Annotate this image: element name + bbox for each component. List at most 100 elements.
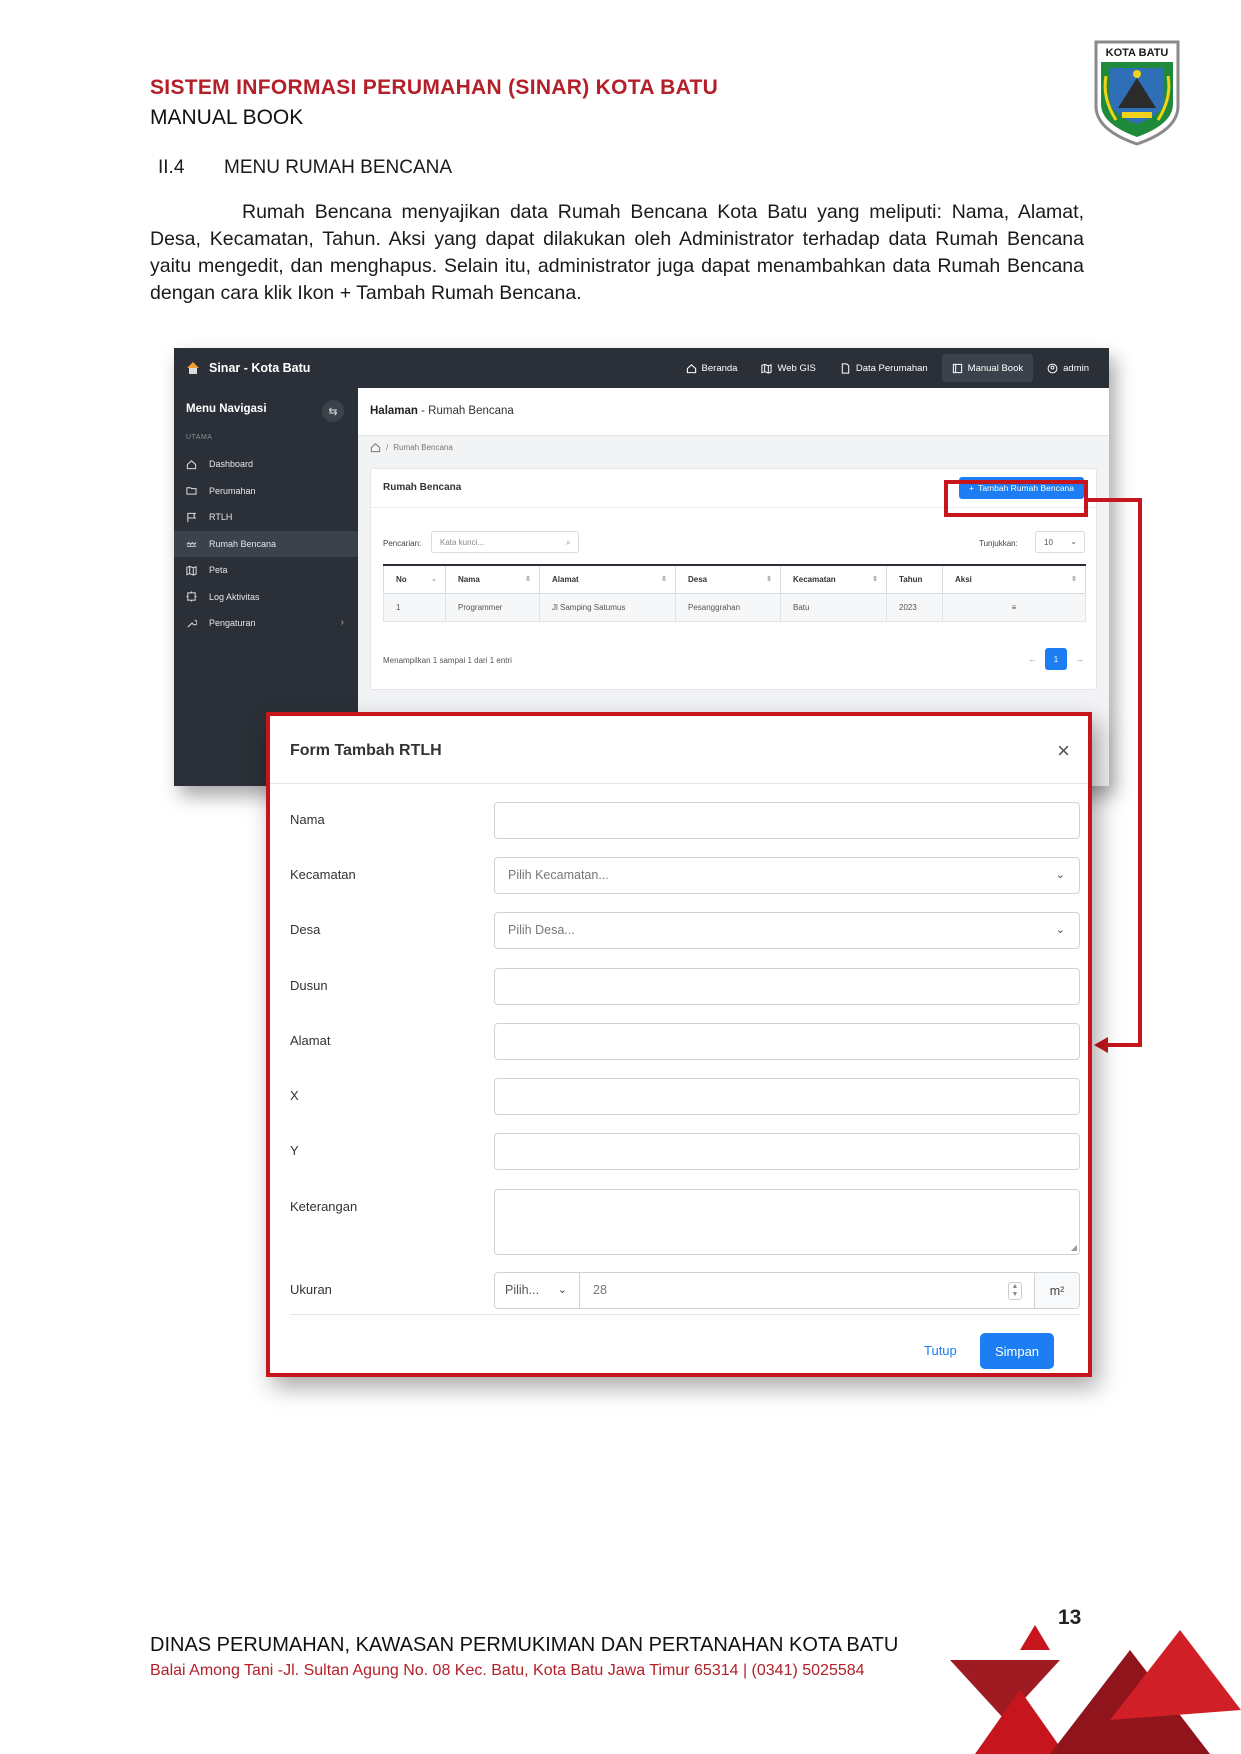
pagination: ← 1 → [1028,648,1084,670]
nav-admin[interactable]: admin [1037,354,1099,382]
nav-beranda[interactable]: Beranda [676,354,748,382]
home-icon[interactable] [370,442,381,453]
ukuran-input-group: Pilih... ⌄ 28 ▲ ▼ m² [494,1272,1080,1309]
sidebar-item-dashboard[interactable]: Dashboard [174,451,358,478]
nama-input[interactable] [494,802,1080,839]
column-header-nama[interactable]: Nama ⇳ [445,564,540,594]
sidebar-item-perumahan[interactable]: Perumahan [174,478,358,505]
form-row-ukuran: Ukuran Pilih... ⌄ 28 ▲ ▼ m² [290,1270,1080,1310]
sidebar-item-log-aktivitas[interactable]: Log Aktivitas [174,584,358,611]
kecamatan-label: Kecamatan [290,867,356,882]
sidebar-item-label: Perumahan [209,485,256,496]
brand[interactable]: Sinar - Kota Batu [186,348,310,388]
brand-logo-icon [187,362,199,374]
sidebar-title: Menu Navigasi [186,403,267,415]
search-icon: ⌕ [565,537,571,547]
form-row-alamat: Alamat [290,1021,1080,1061]
column-header-alamat[interactable]: Alamat ⇳ [539,564,676,594]
ukuran-value: 28 [593,1283,607,1297]
form-row-nama: Nama [290,800,1080,840]
sidebar-item-peta[interactable]: Peta [174,557,358,584]
nav-admin-label: admin [1063,362,1089,374]
keterangan-textarea[interactable]: ◢ [494,1189,1080,1255]
sidebar-item-pengaturan[interactable]: Pengaturan › [174,610,358,637]
resize-handle-icon[interactable]: ◢ [1071,1243,1077,1252]
column-header-desa[interactable]: Desa ⇳ [675,564,781,594]
nav-data-perumahan[interactable]: Data Perumahan [830,354,938,382]
highlight-box [944,480,1088,517]
close-icon[interactable]: × [1057,738,1070,764]
document-title: SISTEM INFORMASI PERUMAHAN (SINAR) KOTA … [150,76,719,99]
activity-icon [186,591,197,602]
home-icon [186,459,197,470]
spinner-icon[interactable]: ▲ ▼ [1008,1282,1022,1300]
home-icon [686,363,697,374]
ukuran-select[interactable]: Pilih... ⌄ [494,1272,580,1309]
nav-manual-book[interactable]: Manual Book [941,354,1034,382]
alamat-input[interactable] [494,1023,1080,1060]
chevron-down-icon: ⌄ [557,1284,567,1296]
form-modal: Form Tambah RTLH × Nama Kecamatan Pilih … [266,712,1092,1377]
column-header-tahun[interactable]: Tahun [886,564,943,594]
ukuran-select-value: Pilih... [505,1283,540,1297]
ukuran-unit: m² [1035,1272,1080,1309]
form-row-y: Y [290,1131,1080,1171]
column-header-kecamatan[interactable]: Kecamatan ⇳ [780,564,887,594]
save-button[interactable]: Simpan [980,1333,1054,1369]
chevron-down-icon: ⌄ [1070,537,1077,546]
search-input[interactable]: Kata kunci... ⌕ [431,531,579,553]
cell-alamat: Jl Samping Satumus [539,592,676,622]
sidebar-item-rtlh[interactable]: RTLH [174,504,358,531]
dusun-input[interactable] [494,968,1080,1005]
tool-icon [186,618,197,629]
form-row-dusun: Dusun [290,966,1080,1006]
y-label: Y [290,1143,299,1158]
kecamatan-select[interactable]: Pilih Kecamatan... ⌄ [494,857,1080,894]
form-row-kecamatan: Kecamatan Pilih Kecamatan... ⌄ [290,855,1080,895]
modal-title: Form Tambah RTLH [290,742,442,759]
folder-icon [186,485,197,496]
ukuran-number-input[interactable]: 28 ▲ ▼ [580,1272,1035,1309]
breadcrumb-separator: / [386,443,389,452]
search-placeholder: Kata kunci... [440,538,485,547]
card-title: Rumah Bencana [383,482,462,493]
sidebar-menu: Dashboard Perumahan RTLH Rumah Bencana P… [174,451,358,637]
desa-select[interactable]: Pilih Desa... ⌄ [494,912,1080,949]
nav-beranda-label: Beranda [701,362,738,374]
data-table: No ⌄ Nama ⇳ Alamat ⇳ Desa ⇳ Kecamatan ⇳ Tahun… [383,564,1086,622]
section-number: II.4 [158,157,185,178]
page-current[interactable]: 1 [1045,648,1067,670]
cell-nama: Programmer [445,592,540,622]
nav-manual-book-label: Manual Book [967,362,1024,374]
desa-placeholder: Pilih Desa... [508,923,575,937]
page-size-select[interactable]: 10 ⌄ [1035,531,1085,553]
form-row-desa: Desa Pilih Desa... ⌄ [290,910,1080,950]
page-title-name: - Rumah Bencana [417,405,514,417]
logo-text: KOTA BATU [1106,47,1169,59]
page-header: Halaman - Rumah Bencana [358,388,1109,436]
page-title-prefix: Halaman [370,405,418,417]
sidebar-section-label: UTAMA [186,434,213,441]
sidebar-toggle-icon[interactable]: ⇆ [322,400,344,422]
cell-aksi: ≡ [942,592,1086,622]
nav-web-gis[interactable]: Web GIS [751,354,825,382]
table-header-row: No ⌄ Nama ⇳ Alamat ⇳ Desa ⇳ Kecamatan ⇳ Tahun… [383,564,1086,594]
arrow-left-icon[interactable]: ← [1028,654,1037,664]
y-input[interactable] [494,1133,1080,1170]
nav-web-gis-label: Web GIS [777,362,816,374]
broken-house-icon [186,538,197,549]
column-header-aksi[interactable]: Aksi ⇳ [942,564,1086,594]
chevron-right-icon: › [340,617,344,628]
menu-icon[interactable]: ≡ [1012,603,1017,612]
document-subtitle: MANUAL BOOK [150,106,304,129]
x-input[interactable] [494,1078,1080,1115]
close-button[interactable]: Tutup [924,1343,957,1358]
sidebar-item-label: Rumah Bencana [209,538,277,549]
table-info: Menampilkan 1 sampai 1 dari 1 entri [383,656,512,665]
form-row-x: X [290,1076,1080,1116]
column-header-no[interactable]: No ⌄ [383,564,446,594]
sidebar-item-rumah-bencana[interactable]: Rumah Bencana [174,530,358,557]
kecamatan-placeholder: Pilih Kecamatan... [508,868,609,882]
page-size-label: Tunjukkan: [979,539,1018,548]
arrow-right-icon[interactable]: → [1075,654,1084,664]
